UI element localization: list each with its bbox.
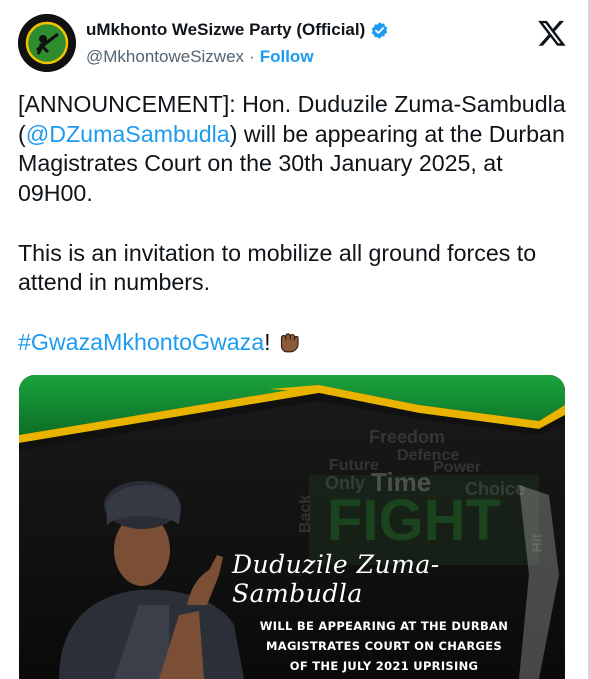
tweet-text: [ANNOUNCEMENT]: Hon. Duduzile Zuma-Sambu… bbox=[18, 90, 568, 357]
separator: · bbox=[249, 47, 255, 66]
raised-fist-icon bbox=[280, 333, 299, 352]
mention-link[interactable]: @DZumaSambudla bbox=[26, 121, 230, 147]
announcement-paragraph: [ANNOUNCEMENT]: Hon. Duduzile Zuma-Sambu… bbox=[18, 90, 568, 209]
poster-caption-line: OF THE JULY 2021 UPRISING bbox=[289, 659, 479, 673]
tweet-media-image[interactable]: Freedom Defence Future Power Only Time C… bbox=[19, 375, 565, 679]
avatar[interactable] bbox=[18, 14, 76, 72]
follow-button[interactable]: Follow bbox=[260, 47, 314, 67]
bg-word: Freedom bbox=[369, 427, 446, 447]
hashtag-paragraph: #GwazaMkhontoGwaza! bbox=[18, 328, 568, 358]
handle[interactable]: @MkhontoweSizwex bbox=[86, 47, 244, 67]
bg-word: FIGHT bbox=[327, 488, 501, 553]
poster-name: Duduzile Zuma-Sambudla bbox=[232, 550, 440, 608]
invitation-paragraph: This is an invitation to mobilize all gr… bbox=[18, 239, 537, 296]
tweet-header: uMkhonto WeSizwe Party (Official) @Mkhon… bbox=[18, 14, 573, 78]
x-logo-icon[interactable] bbox=[537, 18, 567, 48]
bg-word: Back bbox=[297, 494, 315, 534]
poster-caption: WILL BE APPEARING AT THE DURBAN MAGISTRA… bbox=[239, 616, 529, 676]
bg-word: Power bbox=[433, 459, 482, 476]
tweet-card: uMkhonto WeSizwe Party (Official) @Mkhon… bbox=[0, 0, 590, 679]
verified-badge-icon bbox=[372, 21, 388, 39]
poster-caption-line: MAGISTRATES COURT ON CHARGES bbox=[266, 639, 502, 653]
poster-caption-line: WILL BE APPEARING AT THE DURBAN bbox=[259, 619, 509, 633]
party-logo-icon bbox=[18, 14, 76, 72]
hashtag-suffix: ! bbox=[264, 328, 271, 355]
hashtag-link[interactable]: #GwazaMkhontoGwaza bbox=[18, 329, 264, 355]
display-name[interactable]: uMkhonto WeSizwe Party (Official) bbox=[86, 20, 365, 40]
